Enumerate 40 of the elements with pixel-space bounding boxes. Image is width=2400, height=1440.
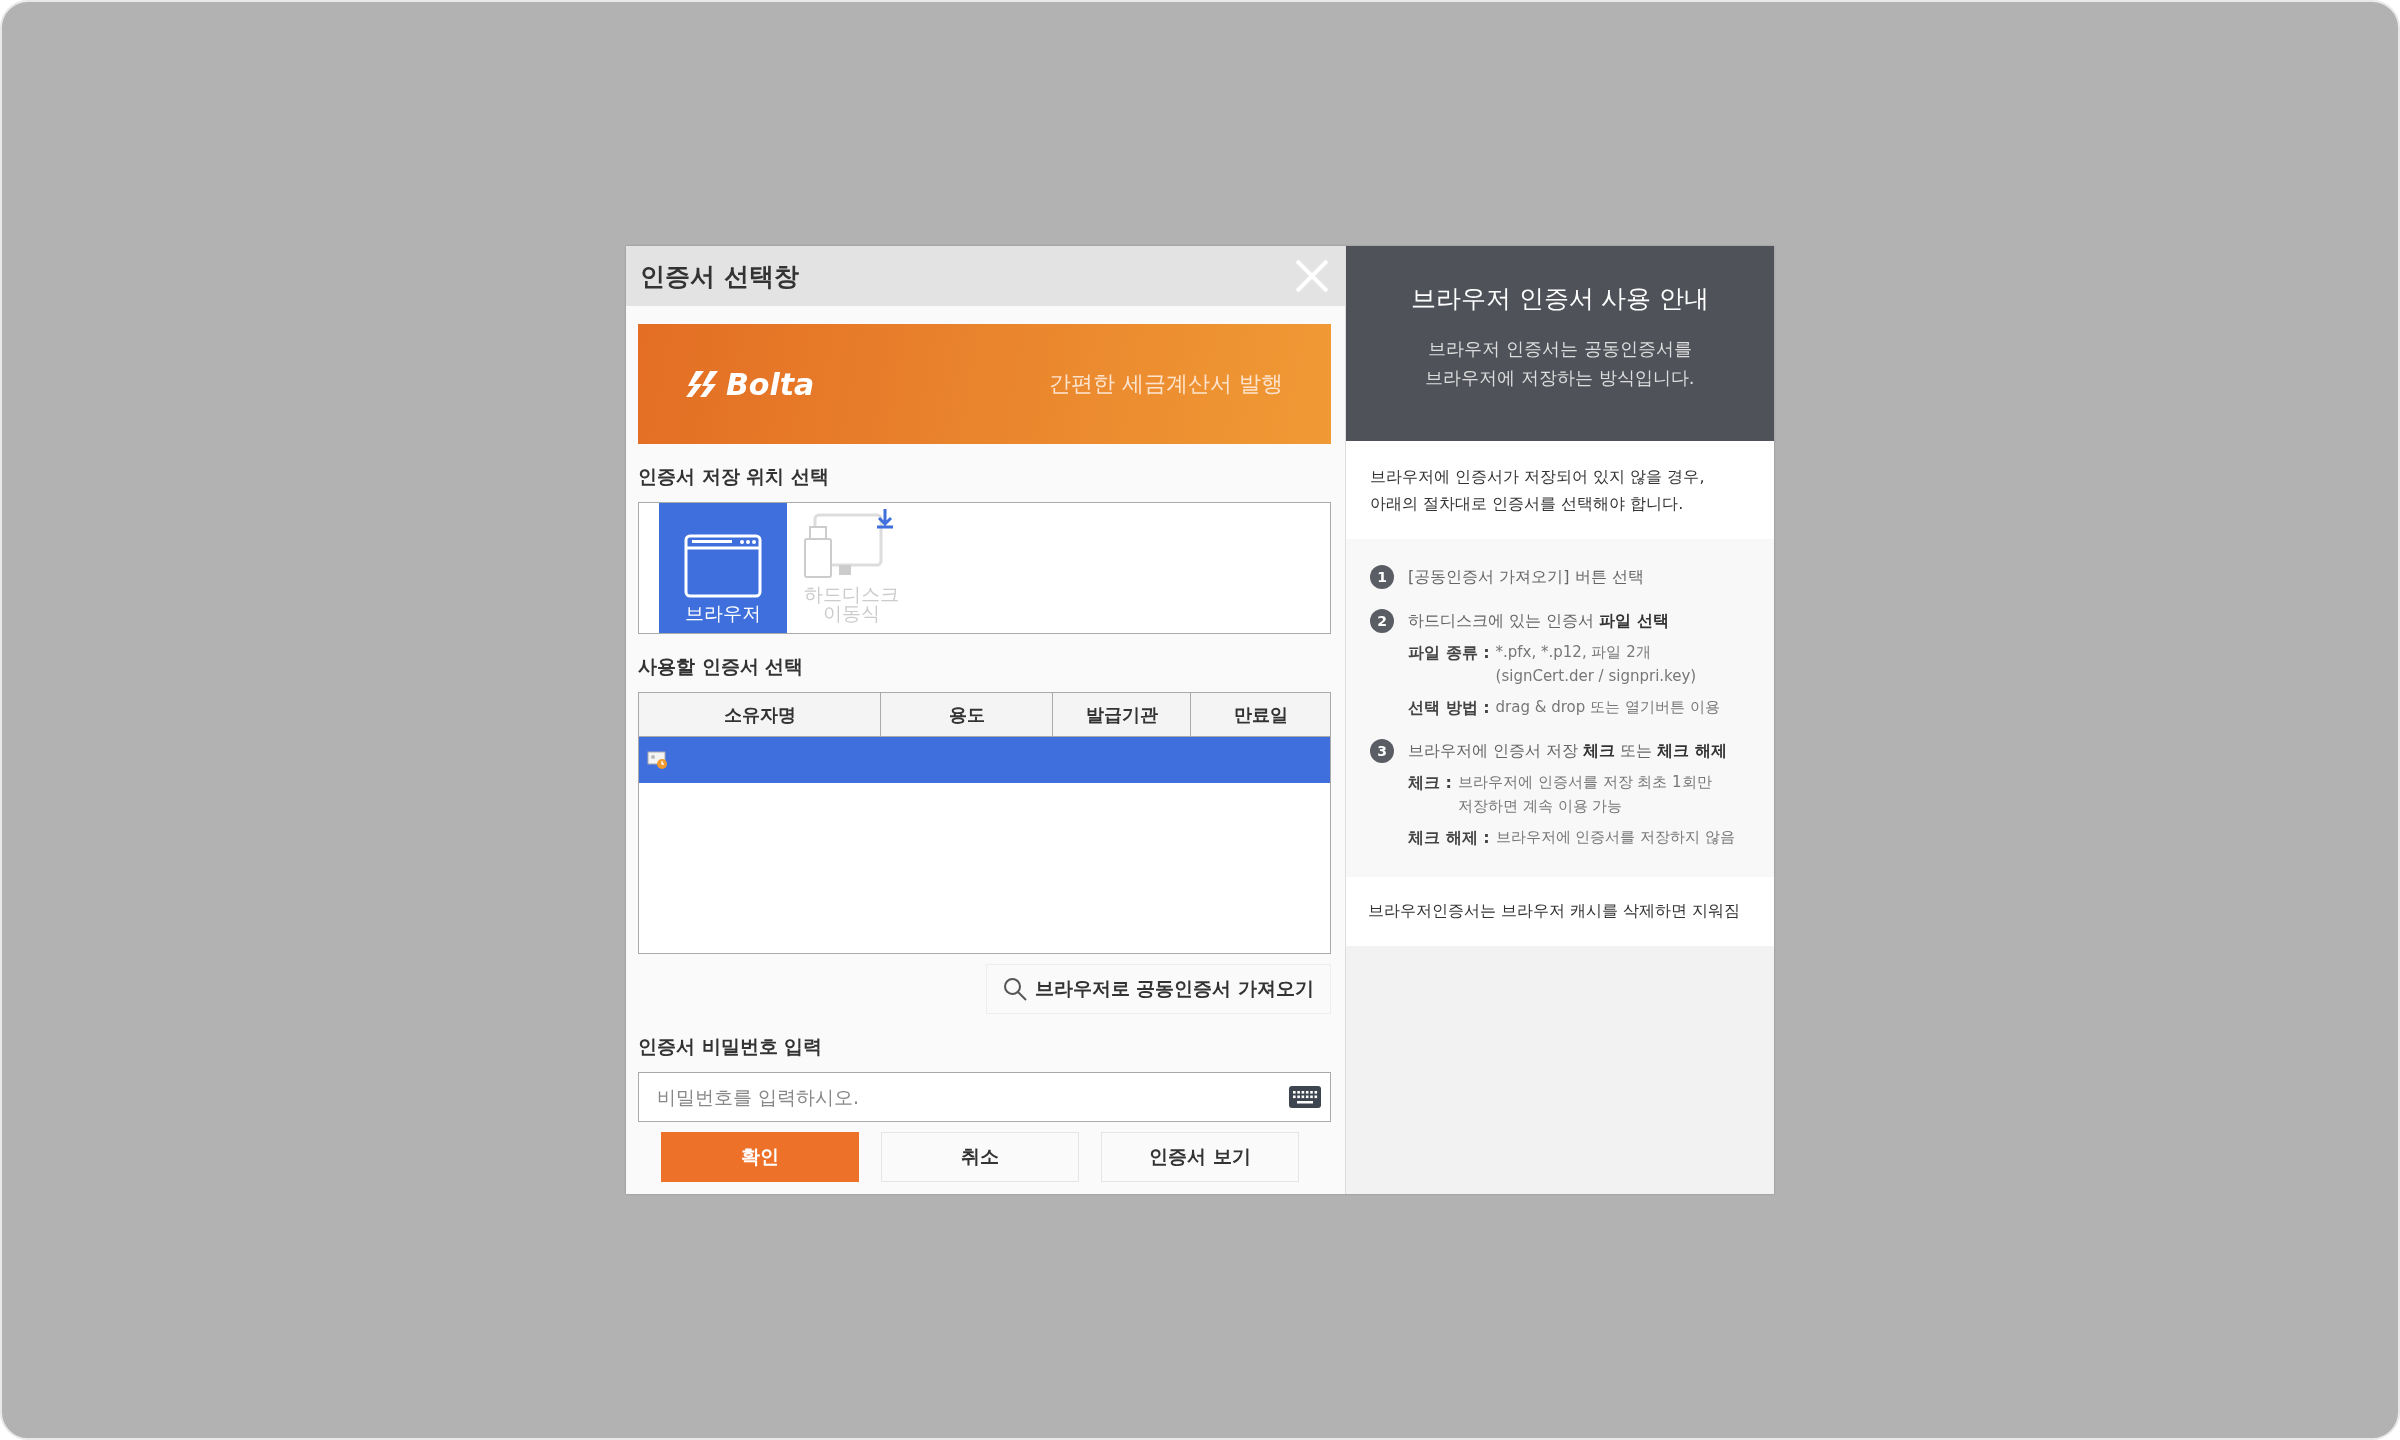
detail-text: drag & drop 또는 열기버튼 이용	[1495, 697, 1720, 719]
dialog-button[interactable]: 취소	[881, 1132, 1079, 1182]
detail-text: *.pfx, *.p12, 파일 2개 (signCert.der / signpri.key)	[1495, 642, 1697, 688]
banner-tagline: 간편한 세금계산서 발행	[1049, 370, 1283, 398]
keyboard-icon[interactable]	[1289, 1086, 1321, 1108]
column-header: 만료일	[1232, 702, 1289, 727]
section-title: 인증서 저장 위치 선택	[638, 464, 830, 489]
section-title: 사용할 인증서 선택	[638, 654, 805, 679]
detail-term: 체크 :	[1408, 773, 1452, 795]
browser-window-icon	[684, 534, 762, 598]
note-text: 브라우저인증서는 브라우저 캐시를 삭제하면 지워짐	[1368, 901, 1741, 921]
intro-text: 브라우저에 인증서가 저장되어 있지 않을 경우, 아래의 절차대로 인증서를 선택해야 합니다.	[1370, 467, 1705, 514]
dialog-button[interactable]: 인증서 보기	[1101, 1132, 1299, 1182]
password-field[interactable]: 비밀번호를 입력하시오.	[638, 1072, 1331, 1122]
step-number: 2	[1370, 609, 1394, 634]
guide-title: 브라우저 인증서 사용 안내	[1410, 283, 1710, 315]
detail-text: 브라우저에 인증서를 저장 최초 1회만 저장하면 계속 이용 가능	[1457, 772, 1712, 818]
step-text: 브라우저에 인증서 저장 체크 또는 체크 해제	[1408, 740, 1727, 762]
guide-subtitle: 브라우저 인증서는 공동인증서를 브라우저에 저장하는 방식입니다.	[1425, 337, 1695, 390]
step-text: [공동인증서 가져오기] 버튼 선택	[1408, 566, 1644, 588]
detail-text: 브라우저에 인증서를 저장하지 않음	[1495, 827, 1735, 849]
detail-term: 선택 방법 :	[1408, 698, 1490, 720]
import-certificate-button[interactable]: 브라우저로 공동인증서 가져오기	[985, 964, 1331, 1014]
column-header: 소유자명	[639, 693, 881, 736]
logo-icon	[686, 371, 718, 397]
detail-term: 체크 해제 :	[1408, 828, 1490, 850]
window-title: 인증서 선택창	[640, 260, 799, 293]
step-number: 3	[1370, 739, 1394, 764]
column-header: 용도	[881, 693, 1053, 736]
logo-text: Bolta	[726, 366, 815, 402]
section-title: 인증서 비밀번호 입력	[638, 1034, 824, 1059]
storage-option[interactable]: 브라우저	[659, 503, 787, 633]
detail-term: 파일 종류 :	[1408, 643, 1490, 665]
step-number: 1	[1370, 565, 1394, 590]
column-header: 발급기관	[1053, 693, 1191, 736]
certificate-icon	[647, 750, 669, 770]
certificate-row[interactable]	[639, 737, 1330, 783]
close-icon[interactable]	[1295, 259, 1329, 293]
search-icon	[1002, 977, 1027, 1001]
step-text: 하드디스크에 있는 인증서 파일 선택	[1408, 610, 1669, 632]
